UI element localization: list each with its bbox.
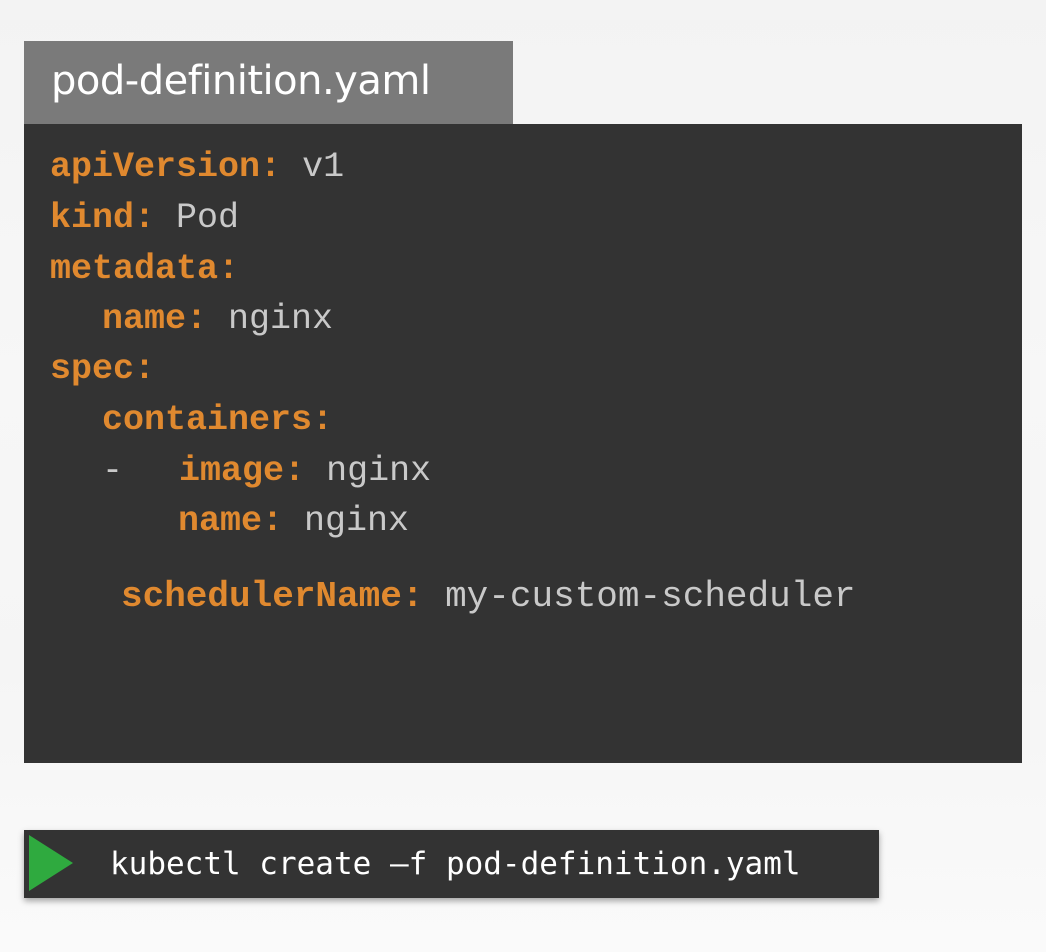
yaml-value: nginx: [283, 501, 410, 541]
yaml-key: name: [178, 501, 263, 541]
code-line-containers: containers:: [102, 400, 333, 440]
code-line-metadata-name: name: nginx: [102, 299, 333, 339]
yaml-colon: :: [186, 299, 208, 339]
file-name-label: pod-definition.yaml: [51, 57, 431, 104]
yaml-value: my-custom-scheduler: [423, 576, 856, 617]
yaml-key: image: [179, 451, 285, 491]
yaml-key: containers: [102, 400, 313, 440]
code-line-image: - image: nginx: [102, 451, 431, 491]
play-icon[interactable]: [29, 835, 73, 891]
yaml-code-panel: apiVersion: v1 kind: Pod metadata: name:…: [24, 124, 1022, 763]
yaml-key: schedulerName: [121, 576, 402, 617]
yaml-value: nginx: [305, 451, 432, 491]
yaml-key: spec: [50, 349, 135, 389]
yaml-colon: :: [312, 400, 334, 440]
yaml-colon: :: [134, 349, 156, 389]
yaml-colon: :: [218, 249, 240, 289]
code-line-metadata: metadata:: [50, 249, 239, 289]
yaml-value: v1: [281, 147, 345, 187]
yaml-value: Pod: [155, 198, 240, 238]
code-line-apiversion: apiVersion: v1: [50, 147, 344, 187]
code-line-spec: spec:: [50, 349, 155, 389]
yaml-colon: :: [134, 198, 156, 238]
yaml-colon: :: [401, 576, 424, 617]
code-line-kind: kind: Pod: [50, 198, 239, 238]
yaml-colon: :: [260, 147, 282, 187]
yaml-colon: :: [284, 451, 306, 491]
yaml-list-dash: -: [102, 451, 124, 491]
yaml-key: name: [102, 299, 187, 339]
command-text: kubectl create –f pod-definition.yaml: [110, 846, 801, 882]
yaml-key: apiVersion: [50, 147, 261, 187]
command-bar: kubectl create –f pod-definition.yaml: [24, 830, 879, 898]
yaml-key: metadata: [50, 249, 219, 289]
yaml-value: nginx: [207, 299, 334, 339]
yaml-key: kind: [50, 198, 135, 238]
yaml-colon: :: [262, 501, 284, 541]
code-line-schedulername: schedulerName: my-custom-scheduler: [121, 577, 856, 617]
file-name-tab: pod-definition.yaml: [24, 41, 513, 124]
code-line-container-name: name: nginx: [178, 501, 409, 541]
